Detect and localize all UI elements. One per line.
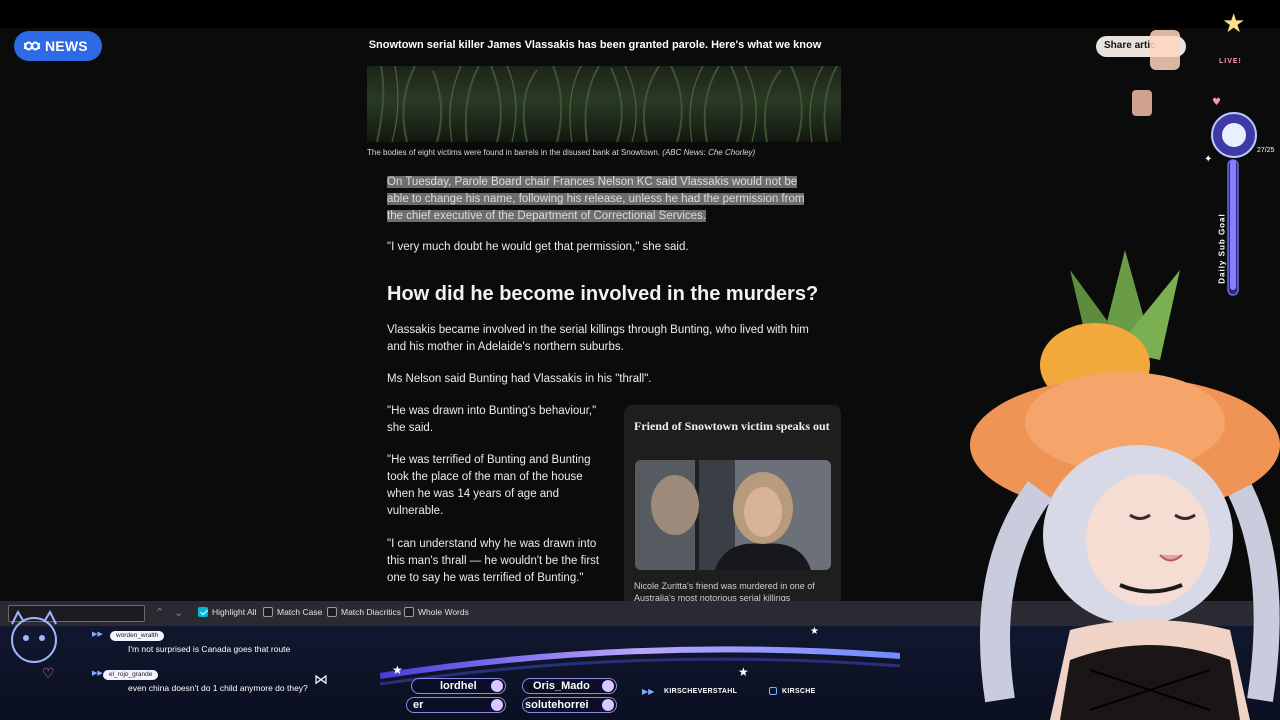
- highlight-all-label: Highlight All: [212, 607, 257, 617]
- caption-credit: (ABC News: Che Chorley): [662, 148, 756, 157]
- match-case-label: Match Case: [277, 607, 323, 617]
- hero-image: [367, 66, 841, 142]
- badge-icon: [491, 699, 503, 711]
- ticker-text: solutehorrei: [525, 699, 589, 711]
- selection-highlight: On Tuesday, Parole Board chair Frances N…: [387, 176, 805, 222]
- play-icon: ▶▶: [92, 630, 103, 638]
- ticker-text: er: [413, 699, 424, 711]
- badge-icon: [602, 699, 614, 711]
- chevron-up-icon[interactable]: ⌃: [155, 606, 164, 619]
- paragraph-terrified: "He was terrified of Bunting and Bunting…: [387, 454, 591, 517]
- chat-message: even china doesn't do 1 child anymore do…: [128, 683, 308, 693]
- badge-icon: [602, 680, 614, 692]
- ticker-name: lordhel: [411, 678, 506, 694]
- section-heading: How did he become involved in the murder…: [387, 283, 819, 305]
- chat-username: worden_wralth: [110, 631, 165, 641]
- ticker-text: Oris_Mado: [533, 680, 590, 692]
- live-label: LIVE!: [1219, 58, 1242, 65]
- whole-words-checkbox[interactable]: Whole Words: [404, 607, 469, 617]
- ticker-name: er: [406, 697, 506, 713]
- card-image[interactable]: [635, 460, 831, 570]
- related-story-card[interactable]: Friend of Snowtown victim speaks out Nic…: [624, 405, 841, 605]
- paragraph-thrall: Ms Nelson said Bunting had Vlassakis in …: [387, 373, 652, 385]
- ticker-name: solutehorrei: [522, 697, 617, 713]
- caption-text: The bodies of eight victims were found i…: [367, 148, 661, 157]
- image-caption: The bodies of eight victims were found i…: [367, 148, 755, 157]
- chat-username: el_rojo_grande: [103, 670, 159, 680]
- lantern-icon: [1150, 30, 1180, 70]
- paragraph-understand: "I can understand why he was drawn into …: [387, 538, 600, 584]
- logo-text: NEWS: [45, 38, 88, 54]
- header-headline: Snowtown serial killer James Vlassakis h…: [368, 39, 822, 51]
- play-icon: ▶▶: [642, 687, 655, 696]
- checkbox-icon[interactable]: [404, 607, 414, 617]
- bow-icon: ⋈: [314, 672, 328, 688]
- badge-icon: [491, 680, 503, 692]
- sparkle-icon: ✦: [1204, 154, 1212, 165]
- checkbox-icon[interactable]: [327, 607, 337, 617]
- ticker-name: Oris_Mado: [522, 678, 617, 694]
- match-case-checkbox[interactable]: Match Case: [263, 607, 322, 617]
- sub-goal-count: 27/25: [1257, 147, 1275, 154]
- whole-words-label: Whole Words: [418, 607, 469, 617]
- play-icon: ▶▶: [92, 669, 103, 677]
- chat-message: I'm not surprised is Canada goes that ro…: [128, 644, 291, 654]
- chat-bubble-icon: [769, 687, 777, 695]
- star-icon: ★: [1222, 9, 1245, 39]
- card-title[interactable]: Friend of Snowtown victim speaks out: [634, 419, 834, 434]
- match-diacritics-checkbox[interactable]: Match Diacritics: [327, 607, 401, 617]
- social-handle: KIRSCHE: [782, 688, 816, 695]
- checkbox-icon[interactable]: [263, 607, 273, 617]
- abc-news-logo[interactable]: NEWS: [14, 31, 102, 61]
- woman-portrait-image: [635, 460, 831, 570]
- top-bar: [0, 0, 1280, 28]
- match-diacritics-label: Match Diacritics: [341, 607, 401, 617]
- ticker-text: lordhel: [440, 680, 477, 692]
- selected-paragraph: On Tuesday, Parole Board chair Frances N…: [387, 174, 817, 225]
- chat-panel: [0, 626, 393, 720]
- heart-icon: ♥: [1212, 97, 1221, 108]
- checkbox-checked-icon[interactable]: [198, 607, 208, 617]
- social-handle: KIRSCHEVERSTAHL: [664, 688, 738, 695]
- grass-image: [376, 66, 838, 142]
- lantern-icon: [1132, 90, 1152, 116]
- paragraph-permission-quote: "I very much doubt he would get that per…: [387, 241, 689, 253]
- paragraph-drawn-into: "He was drawn into Bunting's behaviour,"…: [387, 405, 597, 434]
- paragraph-became-involved: Vlassakis became involved in the serial …: [387, 324, 809, 353]
- highlight-all-checkbox[interactable]: Highlight All: [198, 607, 256, 617]
- site-header: NEWS Snowtown serial killer James Vlassa…: [0, 28, 1280, 66]
- chevron-down-icon[interactable]: ⌄: [174, 606, 183, 619]
- abc-logo-icon: [24, 41, 40, 51]
- vtuber-avatar: [970, 250, 1280, 720]
